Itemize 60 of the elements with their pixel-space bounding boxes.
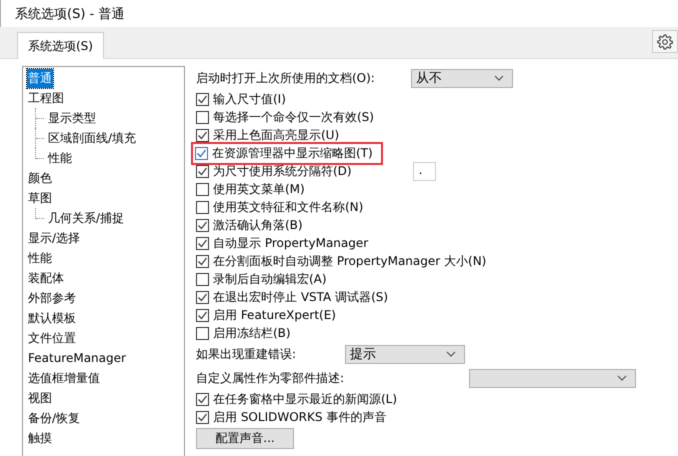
- chevron-down-icon: [617, 375, 627, 381]
- tree-item[interactable]: 性能: [47, 148, 73, 168]
- checkbox-option[interactable]: 启用 SOLIDWORKS 事件的声音: [196, 408, 390, 426]
- tree-item[interactable]: 默认模板: [27, 308, 77, 328]
- tree-item[interactable]: 普通: [27, 68, 53, 88]
- checkmark-icon: [197, 412, 208, 422]
- checkmark-icon: [197, 256, 208, 266]
- checkbox-option[interactable]: 启用 FeatureXpert(E): [196, 306, 339, 324]
- checkbox-option[interactable]: 使用英文特征和文件名称(N): [196, 198, 366, 216]
- option-label: 自定义属性作为零部件描述:: [196, 370, 346, 386]
- tree-item[interactable]: 颜色: [27, 168, 53, 188]
- checkmark-icon: [197, 310, 208, 320]
- checkmark-icon: [197, 394, 208, 404]
- checkbox-option[interactable]: 输入尺寸值(I): [196, 90, 289, 108]
- tree-item[interactable]: 性能: [27, 248, 53, 268]
- checkbox-option[interactable]: 在分割面板时自动调整 PropertyManager 大小(N): [196, 252, 490, 270]
- tree-item[interactable]: 草图: [27, 188, 53, 208]
- checkbox-option[interactable]: 在资源管理器中显示缩略图(T): [193, 144, 381, 162]
- tree-item[interactable]: 显示/选择: [27, 228, 82, 248]
- chevron-down-icon: [494, 75, 504, 81]
- dropdown[interactable]: 提示: [345, 344, 465, 364]
- checkbox-option[interactable]: 在任务窗格中显示最近的新闻源(L): [196, 390, 400, 408]
- tree-item[interactable]: 视图: [27, 388, 53, 408]
- checkbox-option[interactable]: 自动显示 PropertyManager: [196, 234, 372, 252]
- checkbox-option[interactable]: 激活确认角落(B): [196, 216, 306, 234]
- tree-item[interactable]: 选值框增量值: [27, 368, 101, 388]
- option-label: 启动时打开上次所使用的文档(O):: [196, 70, 376, 86]
- checkmark-icon: [197, 238, 208, 248]
- tree-item[interactable]: FeatureManager: [27, 350, 127, 366]
- tree-item[interactable]: 文件位置: [27, 328, 77, 348]
- checkbox-option[interactable]: 录制后自动编辑宏(A): [196, 270, 330, 288]
- separator-field[interactable]: .: [412, 162, 436, 180]
- settings-button[interactable]: [652, 30, 678, 53]
- tree-item[interactable]: 触摸: [27, 428, 53, 448]
- settings-icon: [657, 34, 673, 50]
- tree-item[interactable]: 工程图: [27, 88, 65, 108]
- checkmark-icon: [197, 292, 208, 302]
- checkbox-option[interactable]: 启用冻结栏(B): [196, 324, 294, 342]
- checkmark-icon: [197, 130, 208, 140]
- tree-item[interactable]: 外部参考: [27, 288, 77, 308]
- dropdown[interactable]: 从不: [411, 68, 513, 88]
- checkbox-option[interactable]: 使用英文菜单(M): [196, 180, 308, 198]
- tree-item[interactable]: 装配体: [27, 268, 65, 288]
- checkbox-option[interactable]: 为尺寸使用系统分隔符(D): [196, 162, 355, 180]
- checkmark-icon: [197, 166, 208, 176]
- checkmark-icon: [197, 94, 208, 104]
- checkmark-icon: [196, 148, 207, 158]
- window-title: 系统选项(S) - 普通: [15, 6, 124, 22]
- tree-item[interactable]: 几何关系/捕捉: [47, 208, 126, 228]
- tree-item[interactable]: 显示类型: [47, 108, 97, 128]
- tab[interactable]: 系统选项(S): [17, 32, 104, 59]
- checkbox-option[interactable]: 采用上色面高亮显示(U): [196, 126, 342, 144]
- tree-item[interactable]: 区域剖面线/填充: [47, 128, 138, 148]
- chevron-down-icon: [446, 351, 456, 357]
- checkmark-icon: [197, 220, 208, 230]
- option-label: 如果出现重建错误:: [196, 346, 298, 362]
- checkbox-option[interactable]: 在退出宏时停止 VSTA 调试器(S): [196, 288, 392, 306]
- tree-item[interactable]: 备份/恢复: [27, 408, 82, 428]
- checkbox-option[interactable]: 每选择一个命令仅一次有效(S): [196, 108, 377, 126]
- configure-sounds-button[interactable]: 配置声音...: [196, 428, 294, 449]
